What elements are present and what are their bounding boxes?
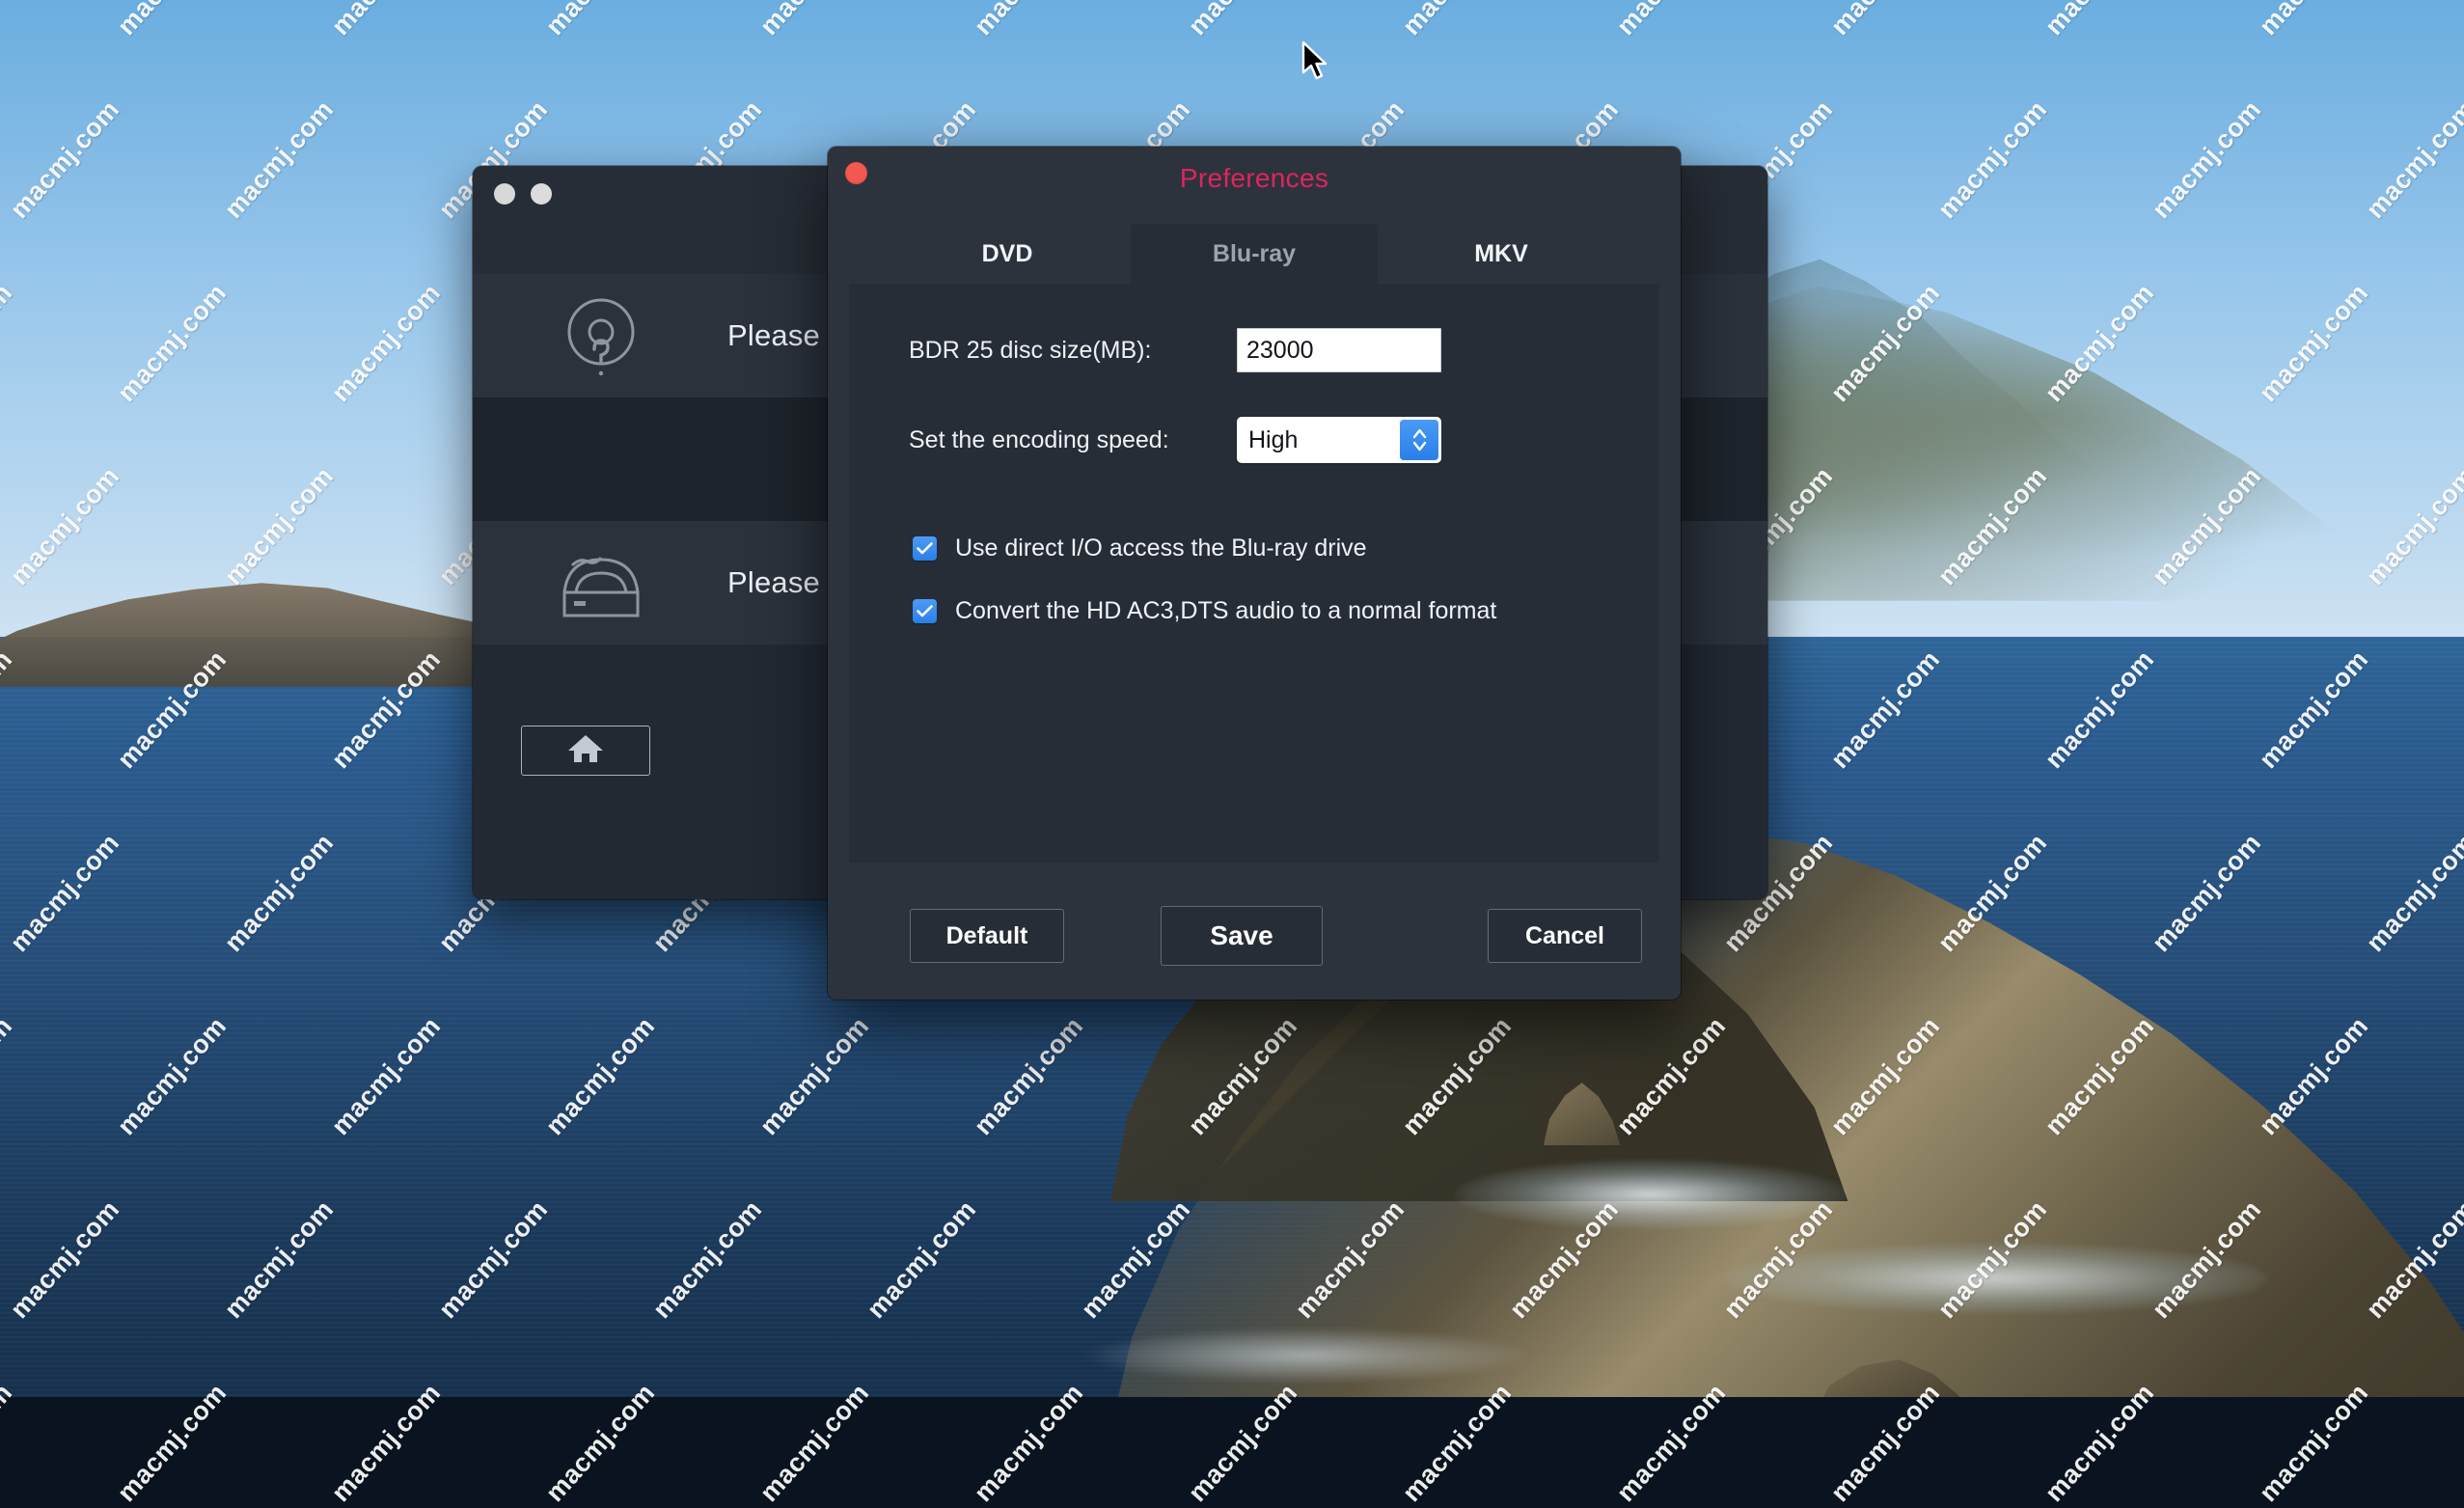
save-button[interactable]: Save <box>1161 906 1323 966</box>
disc-drive-icon <box>550 532 652 634</box>
encoding-speed-label: Set the encoding speed: <box>909 426 1237 454</box>
bluray-settings-panel: BDR 25 disc size(MB): Set the encoding s… <box>849 284 1659 863</box>
bdr-size-label: BDR 25 disc size(MB): <box>909 337 1237 365</box>
dialog-title: Preferences <box>828 147 1681 210</box>
watermark-text: macmj.com <box>1183 1378 1303 1508</box>
direct-io-checkbox[interactable] <box>913 536 937 561</box>
disc-question-icon <box>550 285 652 387</box>
encoding-speed-select[interactable]: High <box>1237 417 1441 463</box>
encoding-speed-row: Set the encoding speed: High <box>849 417 1659 463</box>
wallpaper-surf-foam <box>1084 1328 1528 1384</box>
direct-io-checkbox-row[interactable]: Use direct I/O access the Blu-ray drive <box>849 535 1659 562</box>
zoom-button[interactable] <box>531 183 552 205</box>
watermark-text: macmj.com <box>326 1378 447 1508</box>
watermark-text: macmj.com <box>540 1378 661 1508</box>
chevron-up-down-icon[interactable] <box>1400 420 1438 460</box>
convert-audio-label: Convert the HD AC3,DTS audio to a normal… <box>955 597 1496 625</box>
wallpaper-surf-foam <box>1725 1244 2267 1313</box>
direct-io-label: Use direct I/O access the Blu-ray drive <box>955 535 1367 562</box>
cancel-button[interactable]: Cancel <box>1488 909 1642 963</box>
preferences-dialog[interactable]: Preferences DVD Blu-ray MKV BDR 25 disc … <box>828 147 1681 1000</box>
disc-source-text: Please <box>727 318 820 353</box>
watermark-text: macmj.com <box>1825 1378 1946 1508</box>
tab-bar[interactable]: DVD Blu-ray MKV <box>828 224 1681 284</box>
home-button[interactable] <box>521 726 650 776</box>
home-icon <box>567 732 604 770</box>
encoding-speed-value: High <box>1237 426 1298 454</box>
drive-source-text: Please <box>727 565 820 600</box>
tab-mkv[interactable]: MKV <box>1378 224 1625 284</box>
watermark-text: macmj.com <box>2254 1378 2374 1508</box>
watermark-text: macmj.com <box>1611 1378 1732 1508</box>
convert-audio-checkbox[interactable] <box>913 599 937 623</box>
watermark-text: macmj.com <box>969 1378 1089 1508</box>
bdr-size-input[interactable] <box>1237 328 1441 372</box>
wallpaper-surf-foam <box>1454 1160 1848 1229</box>
tab-bluray[interactable]: Blu-ray <box>1131 224 1378 284</box>
watermark-text: macmj.com <box>112 1378 233 1508</box>
convert-audio-checkbox-row[interactable]: Convert the HD AC3,DTS audio to a normal… <box>849 597 1659 625</box>
watermark-text: macmj.com <box>0 1378 18 1508</box>
watermark-text: macmj.com <box>2040 1378 2160 1508</box>
tab-dvd[interactable]: DVD <box>884 224 1131 284</box>
minimize-button[interactable] <box>494 183 515 205</box>
bdr-size-row: BDR 25 disc size(MB): <box>849 328 1659 372</box>
default-button[interactable]: Default <box>910 909 1064 963</box>
dialog-button-row: Default Save Cancel <box>828 863 1681 1000</box>
watermark-text: macmj.com <box>1397 1378 1518 1508</box>
watermark-text: macmj.com <box>754 1378 875 1508</box>
